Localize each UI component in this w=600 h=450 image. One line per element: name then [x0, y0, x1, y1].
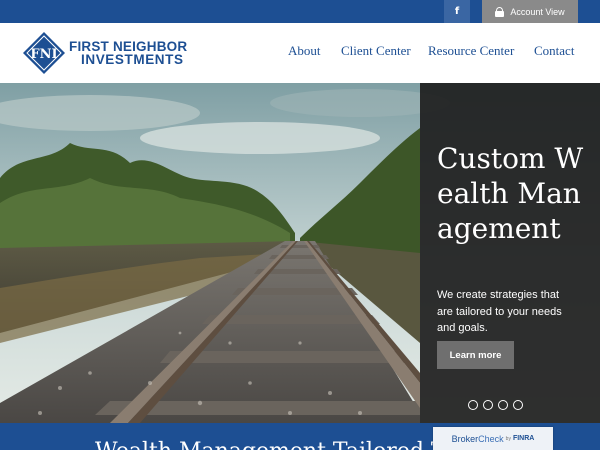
- slide-dot-4[interactable]: [513, 400, 523, 410]
- site-header: FNI FIRST NEIGHBOR INVESTMENTS About Cli…: [0, 23, 600, 83]
- brokercheck-badge[interactable]: Broker Check by FINRA: [433, 427, 553, 450]
- brokercheck-by: by: [505, 435, 511, 442]
- hero-panel: [420, 83, 600, 423]
- account-view-label: Account View: [510, 6, 565, 17]
- hero-text: We create strategies that are tailored t…: [437, 289, 562, 334]
- facebook-icon[interactable]: f: [444, 0, 470, 23]
- site-logo[interactable]: FNI FIRST NEIGHBOR INVESTMENTS: [22, 31, 202, 75]
- nav-client-center[interactable]: Client Center: [341, 43, 411, 63]
- nav-contact[interactable]: Contact: [534, 43, 574, 63]
- hero-title: Custom Wealth Management: [437, 142, 584, 245]
- brokercheck-check: Check: [478, 433, 504, 444]
- logo-monogram: FNI: [30, 47, 57, 62]
- account-view-button[interactable]: Account View: [482, 0, 578, 23]
- finra-label: FINRA: [512, 435, 535, 442]
- brokercheck-broker: Broker: [451, 433, 479, 444]
- slide-dot-2[interactable]: [483, 400, 493, 410]
- lock-icon: [495, 6, 505, 17]
- slide-dot-1[interactable]: [468, 400, 478, 410]
- nav-about[interactable]: About: [288, 43, 321, 63]
- learn-more-button[interactable]: Learn more: [437, 341, 514, 369]
- fni-diamond-logo: FNI: [23, 32, 65, 74]
- nav-resource-center[interactable]: Resource Center: [428, 43, 514, 63]
- logo-line-2: INVESTMENTS: [81, 52, 184, 67]
- slide-dot-3[interactable]: [498, 400, 508, 410]
- slider-dots: [468, 400, 523, 410]
